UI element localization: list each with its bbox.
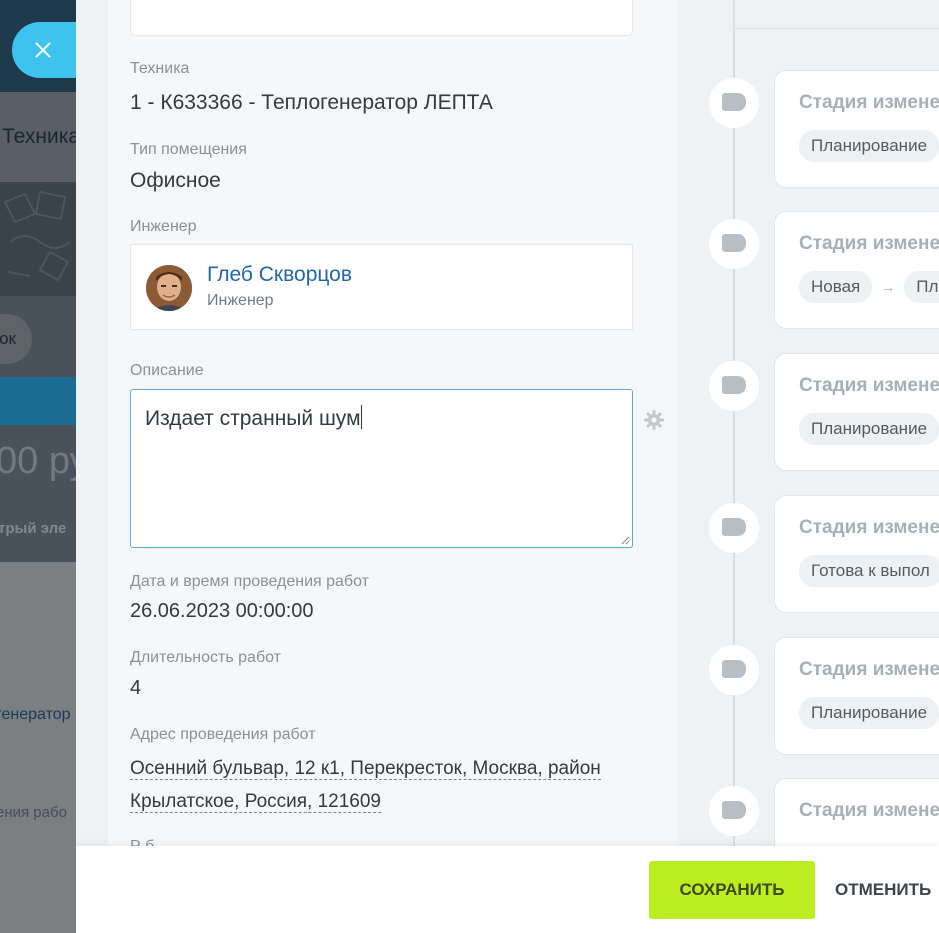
timeline-item: Стадия измене Планирование [76,70,939,190]
background-work-text: ения рабо [0,804,67,821]
timeline-title: Стадия измене [799,659,939,680]
stage-chip: Планирование [799,697,939,729]
address-line-1[interactable]: Осенний бульвар, 12 к1, Перекресток, Мос… [130,758,601,780]
arrow-right-icon: → [881,279,896,295]
timeline-dot [709,361,759,411]
cancel-button[interactable]: ОТМЕНИТЬ [835,861,935,919]
tag-icon [722,93,746,111]
timeline-card: Стадия измене Планирование [774,637,939,755]
background-title: Техника [0,92,76,182]
background-fast-text: трый эле [0,520,67,537]
timeline-dot [709,503,759,553]
timeline-item: Стадия измене Планирование [76,353,939,473]
timeline-card: Стадия измене Готова к выпол [774,495,939,613]
tag-icon [722,660,746,678]
background-generator-link: генератор [0,706,71,723]
slider-panel: Техника 1 - К633366 - Теплогенератор ЛЕП… [76,0,939,933]
timeline-title: Стадия измене [799,517,939,538]
timeline-card: Стадия измене Планирование [774,70,939,188]
stage-chip: Готова к выпол [799,555,939,587]
timeline-dot [709,78,759,128]
timeline-card: Стадия измене Новая → Пла [774,211,939,329]
timeline-title: Стадия измене [799,92,939,113]
stage-chip: Планирование [799,413,939,445]
save-button[interactable]: СОХРАНИТЬ [649,861,815,919]
timeline-title: Стадия измене [799,233,939,254]
timeline-title: Стадия измене [799,375,939,396]
background-price: 00 ру [0,440,76,482]
background-page: Техника ок 00 ру трый эле генератор ения… [0,0,76,933]
tag-icon [722,801,746,819]
stage-chip: Пла [904,271,939,303]
timeline-card: Стадия измене Планирование [774,353,939,471]
timeline-item: Стадия измене Готова к выпол [76,495,939,615]
close-icon[interactable] [31,38,55,62]
tag-icon [722,376,746,394]
tag-icon [722,234,746,252]
timeline-dot [709,786,759,836]
action-bar: СОХРАНИТЬ ОТМЕНИТЬ [76,846,939,933]
background-blue-bar [0,377,76,425]
top-field-input[interactable] [130,0,633,36]
timeline-item: Стадия измене Планирование [76,637,939,757]
tag-icon [722,518,746,536]
timeline-top-box [734,0,939,29]
stage-chip: Планирование [799,130,939,162]
stage-chip: Новая [799,271,873,303]
background-pattern [0,182,76,296]
timeline-dot [709,219,759,269]
timeline-dot [709,645,759,695]
timeline-title: Стадия измене [799,800,939,821]
background-lower-area [0,562,76,933]
timeline-item: Стадия измене Новая → Пла [76,211,939,331]
